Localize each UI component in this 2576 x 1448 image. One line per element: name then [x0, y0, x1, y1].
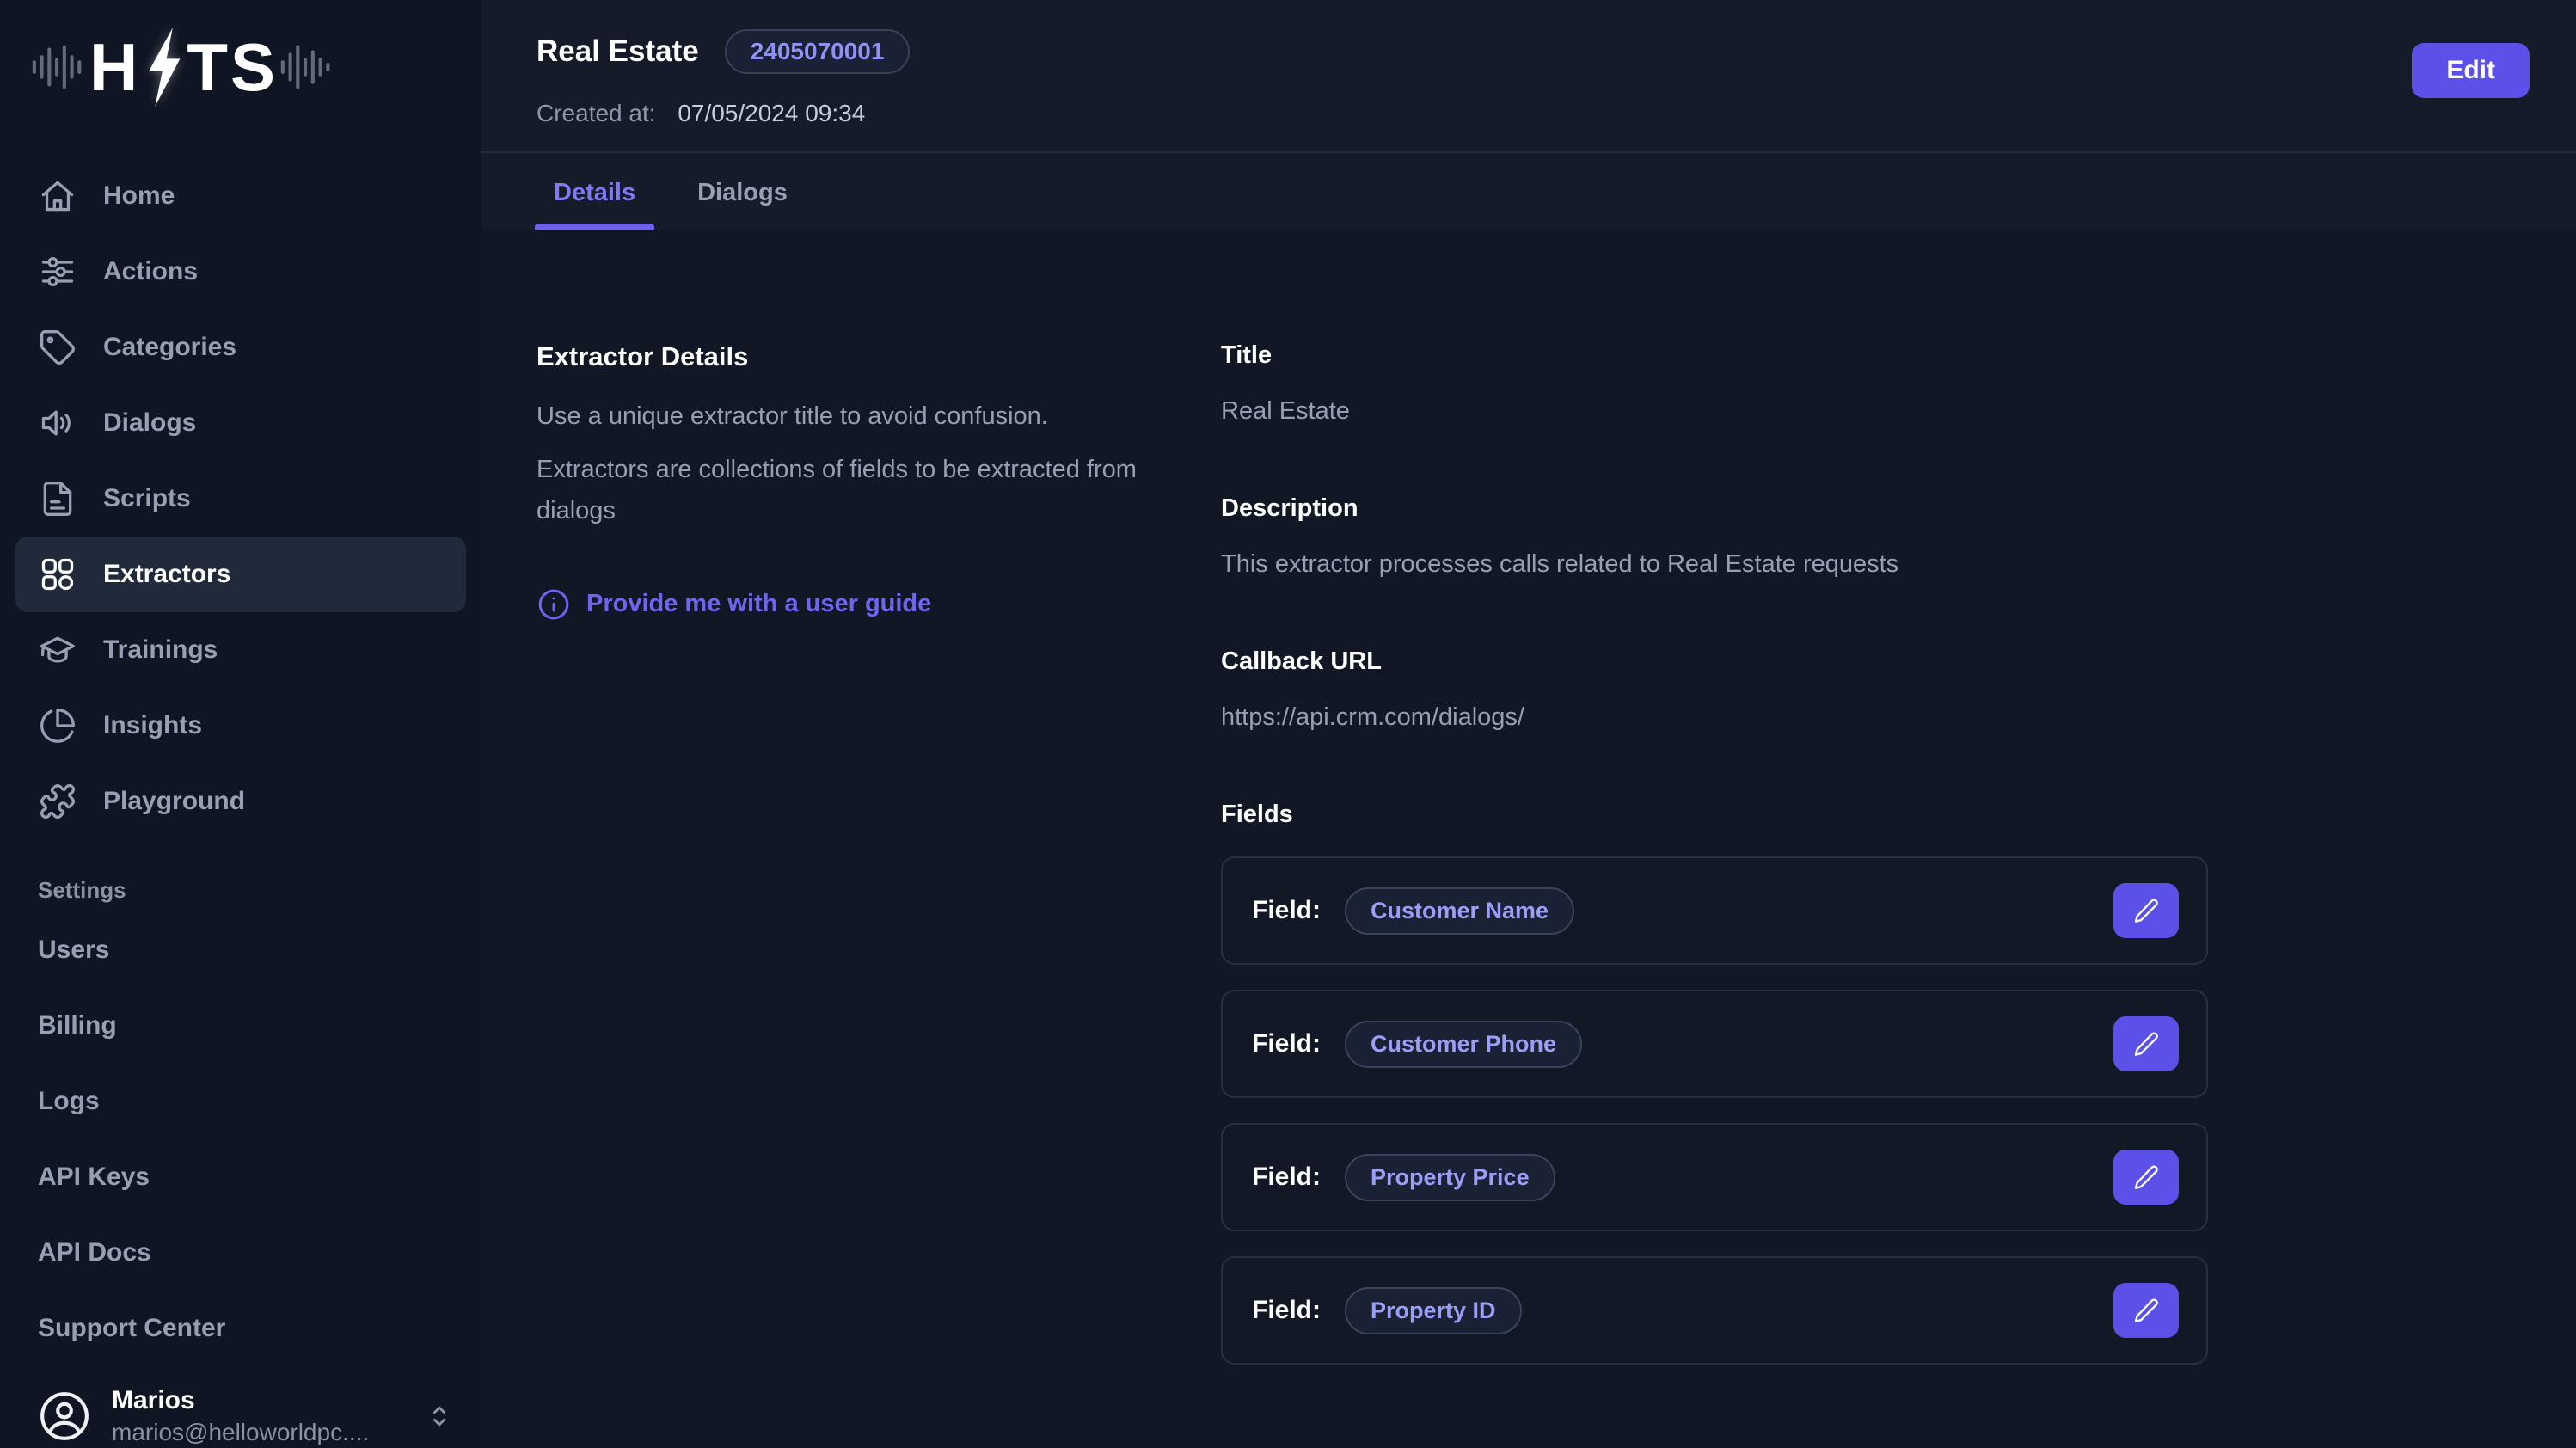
description-value: This extractor processes calls related t…: [1221, 550, 2208, 579]
extractor-values-panel: Title Real Estate Description This extra…: [1221, 341, 2208, 1448]
created-row: Created at: 07/05/2024 09:34: [537, 100, 2528, 127]
sidebar-item-dialogs[interactable]: Dialogs: [15, 385, 466, 461]
home-icon: [38, 176, 77, 216]
pie-chart-icon: [38, 706, 77, 745]
sidebar-item-api-docs[interactable]: API Docs: [15, 1215, 466, 1291]
sidebar-item-label: Dialogs: [103, 408, 196, 438]
sidebar-item-insights[interactable]: Insights: [15, 688, 466, 764]
edit-button[interactable]: Edit: [2412, 43, 2530, 98]
sidebar-nav: Home Actions Categories Dialogs Scripts: [15, 158, 466, 839]
avatar: [38, 1390, 91, 1443]
field-edit-button[interactable]: [2113, 1150, 2179, 1205]
created-at-label: Created at:: [537, 100, 656, 126]
speaker-icon: [38, 403, 77, 443]
grid-icon: [38, 555, 77, 594]
sidebar-item-billing[interactable]: Billing: [15, 988, 466, 1064]
callback-url-value: https://api.crm.com/dialogs/: [1221, 703, 2208, 732]
pencil-icon: [2132, 1297, 2160, 1324]
sidebar-item-label: Actions: [103, 257, 198, 286]
sidebar-item-actions[interactable]: Actions: [15, 234, 466, 310]
sidebar-item-label: Insights: [103, 711, 202, 740]
panel-description-line2: Extractors are collections of fields to …: [537, 450, 1190, 532]
sidebar-item-categories[interactable]: Categories: [15, 310, 466, 385]
sidebar-item-users[interactable]: Users: [15, 912, 466, 988]
tab-content: Extractor Details Use a unique extractor…: [481, 230, 2576, 1448]
title-value: Real Estate: [1221, 397, 2208, 426]
field-row-label: Field:: [1252, 1296, 1321, 1325]
created-at-value: 07/05/2024 09:34: [678, 100, 865, 126]
sidebar-item-label: Home: [103, 181, 175, 211]
tab-bar: Details Dialogs: [481, 151, 2576, 230]
field-card-property-id: Field: Property ID: [1221, 1256, 2208, 1365]
field-card-customer-name: Field: Customer Name: [1221, 856, 2208, 965]
panel-description-line1: Use a unique extractor title to avoid co…: [537, 396, 1190, 438]
tab-details[interactable]: Details: [535, 153, 654, 230]
sidebar: H TS Home Actions Categories: [0, 0, 481, 1448]
logo-letter-h: H: [89, 34, 140, 101]
pencil-icon: [2132, 1030, 2160, 1058]
field-edit-button[interactable]: [2113, 883, 2179, 938]
field-name-badge: Property ID: [1345, 1287, 1522, 1334]
info-icon: [537, 587, 571, 622]
fields-label: Fields: [1221, 801, 2208, 829]
sidebar-item-label: Playground: [103, 787, 245, 816]
callback-url-label: Callback URL: [1221, 647, 2208, 676]
sidebar-item-label: Trainings: [103, 635, 218, 665]
user-name: Marios: [112, 1384, 369, 1417]
tab-dialogs[interactable]: Dialogs: [678, 153, 807, 230]
title-label: Title: [1221, 341, 2208, 370]
user-info: Marios marios@helloworldpc....: [112, 1384, 369, 1448]
extractor-details-panel: Extractor Details Use a unique extractor…: [537, 341, 1190, 1448]
sidebar-item-label: Categories: [103, 333, 236, 362]
field-name-badge: Property Price: [1345, 1154, 1555, 1201]
sidebar-item-label: Extractors: [103, 560, 230, 589]
sidebar-item-playground[interactable]: Playground: [15, 764, 466, 839]
sidebar-item-logs[interactable]: Logs: [15, 1064, 466, 1139]
field-row-label: Field:: [1252, 1029, 1321, 1058]
tag-icon: [38, 328, 77, 367]
field-edit-button[interactable]: [2113, 1283, 2179, 1338]
sidebar-item-label: Scripts: [103, 484, 191, 513]
sidebar-item-trainings[interactable]: Trainings: [15, 612, 466, 688]
field-card-customer-phone: Field: Customer Phone: [1221, 990, 2208, 1098]
chevrons-up-down-icon: [425, 1402, 454, 1431]
sidebar-item-api-keys[interactable]: API Keys: [15, 1139, 466, 1215]
extractor-id-badge: 2405070001: [725, 29, 911, 74]
user-guide-link-label: Provide me with a user guide: [586, 590, 931, 618]
sidebar-settings-nav: Users Billing Logs API Keys API Docs Sup…: [15, 912, 466, 1366]
title-row: Real Estate 2405070001: [537, 29, 2528, 74]
sliders-icon: [38, 252, 77, 291]
puzzle-icon: [38, 782, 77, 821]
waveform-icon: [29, 37, 89, 97]
user-guide-link[interactable]: Provide me with a user guide: [537, 587, 931, 622]
page-title: Real Estate: [537, 34, 699, 69]
panel-heading: Extractor Details: [537, 341, 1190, 372]
field-name-badge: Customer Phone: [1345, 1021, 1582, 1068]
graduation-cap-icon: [38, 630, 77, 670]
description-label: Description: [1221, 494, 2208, 523]
field-row-label: Field:: [1252, 1163, 1321, 1192]
field-row-label: Field:: [1252, 896, 1321, 925]
lightning-bolt-icon: [138, 22, 188, 112]
logo-letter-ts: TS: [187, 34, 278, 101]
field-name-badge: Customer Name: [1345, 887, 1574, 935]
document-icon: [38, 479, 77, 518]
sidebar-item-support-center[interactable]: Support Center: [15, 1291, 466, 1366]
pencil-icon: [2132, 897, 2160, 924]
user-email: marios@helloworldpc....: [112, 1417, 369, 1448]
user-menu[interactable]: Marios marios@helloworldpc....: [15, 1366, 466, 1448]
sidebar-item-scripts[interactable]: Scripts: [15, 461, 466, 537]
field-card-property-price: Field: Property Price: [1221, 1123, 2208, 1231]
field-edit-button[interactable]: [2113, 1016, 2179, 1071]
waveform-icon: [278, 37, 338, 97]
sidebar-item-extractors[interactable]: Extractors: [15, 537, 466, 612]
sidebar-section-settings: Settings: [38, 877, 466, 904]
page-header: Real Estate 2405070001 Edit Created at: …: [481, 0, 2576, 151]
pencil-icon: [2132, 1163, 2160, 1191]
main-area: Real Estate 2405070001 Edit Created at: …: [481, 0, 2576, 1448]
app-logo: H TS: [29, 22, 466, 112]
sidebar-item-home[interactable]: Home: [15, 158, 466, 234]
